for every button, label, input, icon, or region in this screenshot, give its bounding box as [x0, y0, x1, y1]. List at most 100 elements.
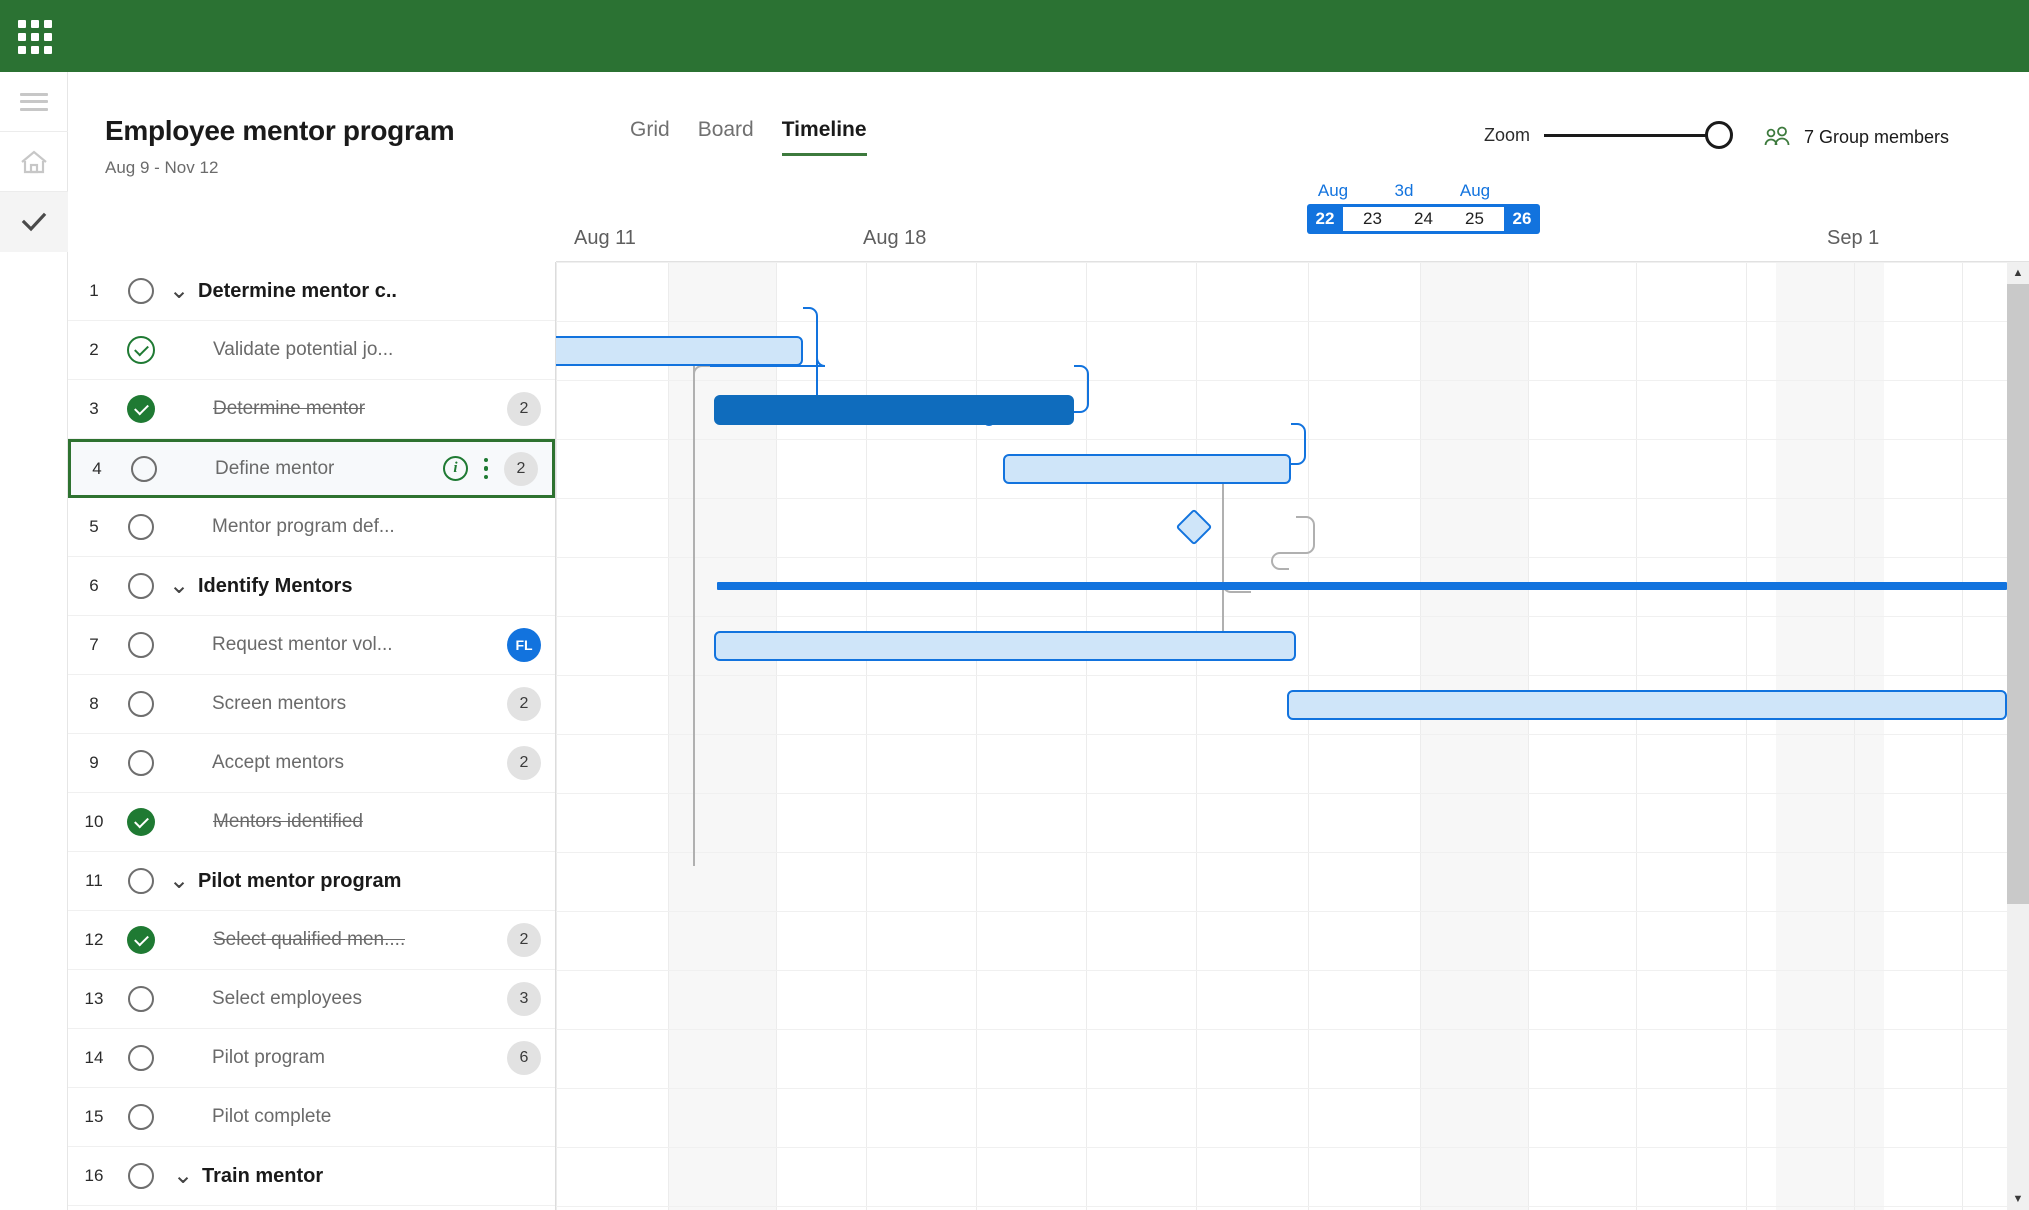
task-row-controls: 2 [507, 392, 541, 426]
task-name: Mentor program def... [212, 516, 395, 537]
task-status-incomplete-icon[interactable] [128, 1163, 154, 1189]
task-name: Validate potential jo... [213, 339, 394, 360]
task-row-2[interactable]: 2 Validate potential jo... [68, 321, 555, 380]
task-status-complete-icon[interactable] [127, 395, 155, 423]
task-status-check-outline-icon[interactable] [127, 336, 155, 364]
more-vertical-icon[interactable] [476, 456, 496, 482]
tab-timeline[interactable]: Timeline [781, 118, 867, 156]
home-button[interactable] [0, 132, 68, 192]
task-row-number: 15 [84, 1107, 104, 1126]
task-name: Select qualified men.... [213, 929, 406, 950]
task-row-1[interactable]: 1 ⌄ Determine mentor c.. [68, 262, 555, 321]
scrollbar-thumb[interactable] [2007, 284, 2029, 904]
task-status-incomplete-icon[interactable] [131, 455, 157, 482]
assignee-badge[interactable]: 2 [507, 923, 541, 957]
date-range-start-month: Aug [1317, 181, 1349, 200]
task-status-incomplete-icon[interactable] [128, 1104, 154, 1130]
assignee-badge[interactable]: 2 [507, 687, 541, 721]
task-row-controls: 6 [507, 1041, 541, 1075]
scroll-up-button[interactable]: ▲ [2007, 262, 2029, 284]
group-members[interactable]: 7 Group members [1762, 126, 1949, 148]
date-range-duration: 3d [1394, 181, 1414, 200]
chevron-down-icon[interactable]: ⌄ [168, 869, 190, 893]
assignee-badge[interactable]: 2 [504, 451, 538, 486]
gantt-milestone[interactable] [1175, 508, 1213, 546]
task-row-number: 9 [89, 753, 99, 772]
task-row-6[interactable]: 6 ⌄ Identify Mentors [68, 557, 555, 616]
task-row-controls: 2 [507, 923, 541, 957]
gantt-summary-bar[interactable] [717, 582, 2007, 590]
grid-hline [556, 439, 2007, 440]
zoom-slider[interactable] [1544, 121, 1734, 149]
group-members-label: 7 Group members [1804, 126, 1950, 147]
task-row-controls: i2 [443, 451, 538, 486]
hamburger-menu-button[interactable] [0, 72, 68, 132]
task-row-16[interactable]: 16 ⌄ Train mentor [68, 1147, 555, 1206]
tasks-button[interactable] [0, 192, 68, 252]
task-status-incomplete-icon[interactable] [128, 691, 154, 717]
task-row-14[interactable]: 14 Pilot program 6 [68, 1029, 555, 1088]
task-name: Determine mentor c.. [198, 279, 397, 302]
date-range-bar[interactable]: 22 23 24 25 26 [1307, 204, 1540, 234]
task-row-number: 3 [89, 399, 99, 418]
people-icon [1764, 126, 1790, 146]
grid-hline [556, 852, 2007, 853]
tab-board[interactable]: Board [698, 118, 754, 156]
task-status-incomplete-icon[interactable] [128, 986, 154, 1012]
scroll-down-button[interactable]: ▼ [2007, 1188, 2029, 1210]
gantt-task-bar[interactable] [556, 336, 803, 366]
chevron-down-icon[interactable]: ⌄ [168, 279, 190, 303]
timeline-tick: Aug 18 [863, 227, 927, 249]
gantt-task-bar[interactable] [1287, 690, 2007, 720]
task-row-13[interactable]: 13 Select employees 3 [68, 970, 555, 1029]
grid-hline [556, 321, 2007, 322]
vertical-scrollbar[interactable]: ▲ ▼ [2007, 262, 2029, 1210]
chevron-down-icon[interactable]: ⌄ [172, 1164, 194, 1188]
gantt-task-bar[interactable] [714, 631, 1296, 661]
grid-hline [556, 1147, 2007, 1148]
task-status-incomplete-icon[interactable] [128, 573, 154, 599]
task-row-number: 13 [84, 989, 104, 1008]
grid-hline [556, 793, 2007, 794]
assignee-badge[interactable]: 3 [507, 982, 541, 1016]
task-status-incomplete-icon[interactable] [128, 278, 154, 304]
task-status-incomplete-icon[interactable] [128, 750, 154, 776]
task-row-5[interactable]: 5 Mentor program def... [68, 498, 555, 557]
task-status-complete-icon[interactable] [127, 926, 155, 954]
info-icon[interactable]: i [443, 456, 468, 481]
assignee-badge[interactable]: 2 [507, 392, 541, 426]
weekend-band [1776, 262, 1884, 1210]
task-row-9[interactable]: 9 Accept mentors 2 [68, 734, 555, 793]
task-row-number: 4 [92, 458, 102, 478]
assignee-badge[interactable]: FL [507, 628, 541, 662]
task-row-8[interactable]: 8 Screen mentors 2 [68, 675, 555, 734]
app-bar [0, 0, 2029, 72]
gantt-task-bar[interactable] [1003, 454, 1291, 484]
grid-hline [556, 262, 2007, 263]
grid-vline [556, 262, 557, 1210]
task-status-incomplete-icon[interactable] [128, 632, 154, 658]
zoom-slider-knob[interactable] [1705, 121, 1734, 149]
assignee-badge[interactable]: 2 [507, 746, 541, 780]
task-row-10[interactable]: 10 Mentors identified [68, 793, 555, 852]
assignee-badge[interactable]: 6 [507, 1041, 541, 1075]
grid-hline [556, 616, 2007, 617]
grid-apps-icon[interactable] [18, 20, 52, 54]
grid-hline [556, 557, 2007, 558]
task-row-7[interactable]: 7 Request mentor vol... FL [68, 616, 555, 675]
grid-hline [556, 380, 2007, 381]
task-row-4[interactable]: 4 Define mentor i 2 [68, 439, 555, 498]
task-row-11[interactable]: 11 ⌄ Pilot mentor program [68, 852, 555, 911]
date-range-day: 25 [1465, 209, 1484, 228]
task-row-15[interactable]: 15 Pilot complete [68, 1088, 555, 1147]
task-status-incomplete-icon[interactable] [128, 514, 154, 540]
task-row-12[interactable]: 12 Select qualified men.... 2 [68, 911, 555, 970]
task-row-3[interactable]: 3 Determine mentor 2 [68, 380, 555, 439]
task-status-incomplete-icon[interactable] [128, 868, 154, 894]
task-status-incomplete-icon[interactable] [128, 1045, 154, 1071]
chevron-down-icon[interactable]: ⌄ [168, 574, 190, 598]
tab-grid[interactable]: Grid [630, 118, 670, 156]
task-status-complete-icon[interactable] [127, 808, 155, 836]
gantt-task-bar[interactable] [714, 395, 1074, 425]
task-row-number: 7 [89, 635, 99, 654]
